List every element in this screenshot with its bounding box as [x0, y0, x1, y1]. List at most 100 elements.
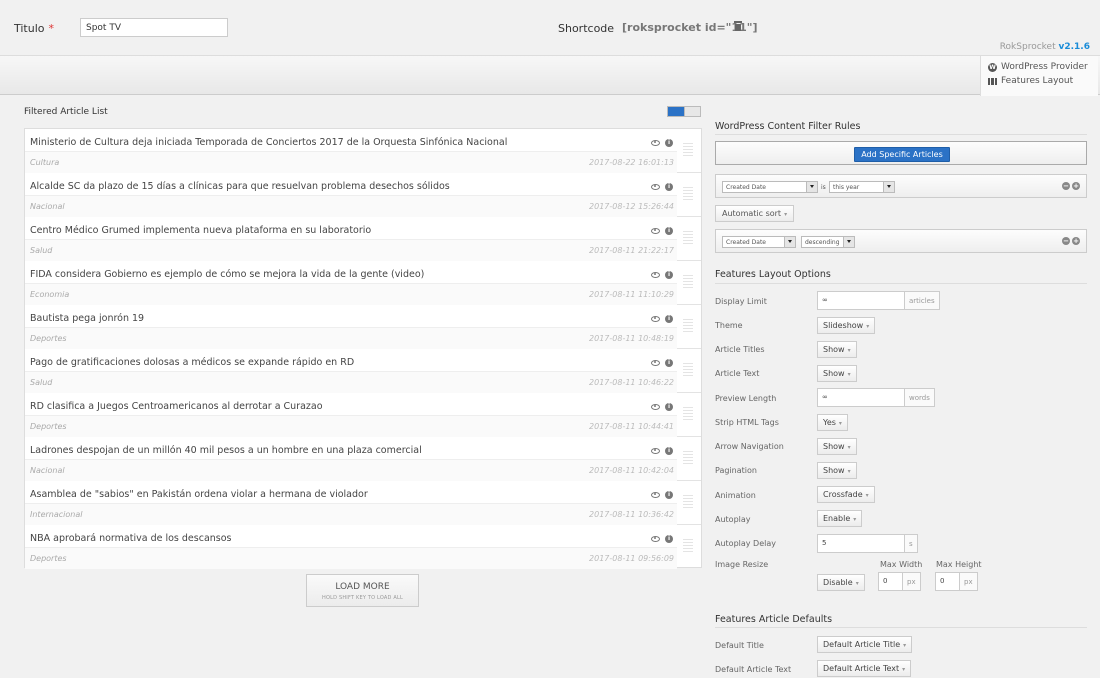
remove-sort-icon[interactable]: −	[1062, 237, 1070, 245]
eye-icon[interactable]	[651, 140, 660, 146]
drag-handle-icon[interactable]	[683, 187, 693, 201]
article-title[interactable]: Pago de gratificaciones dolosas a médico…	[30, 357, 354, 368]
article-title[interactable]: Ladrones despojan de un millón 40 mil pe…	[30, 445, 422, 456]
drag-handle-icon[interactable]	[683, 407, 693, 421]
list-view-icon[interactable]	[668, 107, 684, 116]
caret-down-icon: ▾	[784, 211, 788, 218]
info-icon[interactable]: i	[665, 183, 673, 191]
add-articles-box: Add Specific Articles	[715, 141, 1087, 165]
eye-icon[interactable]	[651, 448, 660, 454]
info-icon[interactable]: i	[665, 403, 673, 411]
info-icon[interactable]: i	[665, 447, 673, 455]
autoplay-dropdown[interactable]: Enable ▾	[817, 510, 863, 527]
eye-icon[interactable]	[651, 228, 660, 234]
info-icon[interactable]: i	[665, 535, 673, 543]
max-height-input[interactable]: 0	[935, 572, 960, 591]
article-row[interactable]: Ladrones despojan de un millón 40 mil pe…	[25, 437, 701, 481]
eye-icon[interactable]	[651, 536, 660, 542]
article-row[interactable]: Asamblea de "sabios" en Pakistán ordena …	[25, 481, 701, 525]
animation-label: Animation	[715, 491, 756, 500]
article-title[interactable]: FIDA considera Gobierno es ejemplo de có…	[30, 269, 424, 280]
eye-icon[interactable]	[651, 184, 660, 190]
info-icon[interactable]: i	[665, 139, 673, 147]
wordpress-icon: W	[988, 62, 997, 72]
caret-down-icon: ▾	[902, 666, 906, 673]
default-text-label: Default Article Text	[715, 665, 792, 674]
drag-handle-icon[interactable]	[683, 495, 693, 509]
autoplay-delay-input[interactable]: 5	[817, 534, 905, 553]
article-title[interactable]: NBA aprobará normativa de los descansos	[30, 533, 232, 544]
info-icon[interactable]: i	[665, 227, 673, 235]
article-titles-dropdown[interactable]: Show ▾	[817, 341, 857, 358]
drag-handle-icon[interactable]	[683, 319, 693, 333]
article-row[interactable]: Pago de gratificaciones dolosas a médico…	[25, 349, 701, 393]
image-resize-dropdown[interactable]: Disable ▾	[817, 574, 865, 591]
article-row[interactable]: RD clasifica a Juegos Centroamericanos a…	[25, 393, 701, 437]
version-label: RokSprocket v2.1.6	[999, 42, 1091, 52]
article-actions: i	[651, 139, 673, 147]
article-row[interactable]: NBA aprobará normativa de los descansos i…	[25, 525, 701, 569]
arrow-navigation-dropdown[interactable]: Show ▾	[817, 438, 857, 455]
article-title[interactable]: Alcalde SC da plazo de 15 días a clínica…	[30, 181, 450, 192]
version-number[interactable]: v2.1.6	[1059, 42, 1091, 52]
strip-html-dropdown[interactable]: Yes ▾	[817, 414, 848, 431]
article-date: 2017-08-22 16:01:13	[589, 158, 674, 167]
add-rule-icon[interactable]: +	[1072, 182, 1080, 190]
load-more-label: LOAD MORE	[335, 582, 390, 592]
article-category: Nacional	[30, 466, 65, 475]
animation-dropdown[interactable]: Crossfade ▾	[817, 486, 875, 503]
layout-item: Features Layout	[988, 75, 1091, 87]
article-text-dropdown[interactable]: Show ▾	[817, 365, 857, 382]
sort-direction-select[interactable]: descending	[801, 236, 855, 248]
article-title[interactable]: Centro Médico Grumed implementa nueva pl…	[30, 225, 371, 236]
drag-handle-icon[interactable]	[683, 363, 693, 377]
layout-options-title: Features Layout Options	[715, 269, 831, 280]
article-title[interactable]: RD clasifica a Juegos Centroamericanos a…	[30, 401, 323, 412]
compact-view-icon[interactable]	[683, 107, 700, 116]
max-width-unit: px	[903, 572, 921, 591]
automatic-sort-button[interactable]: Automatic sort ▾	[715, 205, 795, 222]
article-title[interactable]: Asamblea de "sabios" en Pakistán ordena …	[30, 489, 368, 500]
title-input[interactable]	[80, 18, 228, 37]
preview-length-input[interactable]: ∞	[817, 388, 905, 407]
pagination-dropdown[interactable]: Show ▾	[817, 462, 857, 479]
drag-handle-icon[interactable]	[683, 539, 693, 553]
add-specific-articles-button[interactable]: Add Specific Articles	[854, 147, 950, 162]
info-icon[interactable]: i	[665, 359, 673, 367]
filtered-list-title: Filtered Article List	[24, 107, 108, 117]
rule-field-select[interactable]: Created Date	[722, 181, 818, 193]
sort-field-select[interactable]: Created Date	[722, 236, 796, 248]
info-icon[interactable]: i	[665, 491, 673, 499]
default-text-dropdown[interactable]: Default Article Text ▾	[817, 660, 912, 677]
info-icon[interactable]: i	[665, 315, 673, 323]
remove-rule-icon[interactable]: −	[1062, 182, 1070, 190]
theme-dropdown[interactable]: Slideshow ▾	[817, 317, 876, 334]
eye-icon[interactable]	[651, 360, 660, 366]
article-row[interactable]: Ministerio de Cultura deja iniciada Temp…	[25, 129, 701, 173]
drag-handle-icon[interactable]	[683, 451, 693, 465]
eye-icon[interactable]	[651, 316, 660, 322]
drag-handle-icon[interactable]	[683, 231, 693, 245]
view-toggle[interactable]	[667, 106, 701, 117]
article-row[interactable]: FIDA considera Gobierno es ejemplo de có…	[25, 261, 701, 305]
article-title[interactable]: Bautista pega jonrón 19	[30, 313, 144, 324]
shortcode-label: Shortcode	[558, 22, 615, 35]
article-row[interactable]: Centro Médico Grumed implementa nueva pl…	[25, 217, 701, 261]
eye-icon[interactable]	[651, 272, 660, 278]
drag-handle-icon[interactable]	[683, 275, 693, 289]
default-title-dropdown[interactable]: Default Article Title ▾	[817, 636, 913, 653]
drag-handle-icon[interactable]	[683, 143, 693, 157]
display-limit-input[interactable]: ∞	[817, 291, 905, 310]
load-more-button[interactable]: LOAD MORE HOLD SHIFT KEY TO LOAD ALL	[306, 574, 419, 607]
info-icon[interactable]: i	[665, 271, 673, 279]
article-category: Deportes	[30, 422, 67, 431]
article-title[interactable]: Ministerio de Cultura deja iniciada Temp…	[30, 137, 507, 148]
article-row[interactable]: Alcalde SC da plazo de 15 días a clínica…	[25, 173, 701, 217]
eye-icon[interactable]	[651, 492, 660, 498]
trash-icon[interactable]	[734, 21, 742, 31]
max-width-input[interactable]: 0	[878, 572, 903, 591]
article-row[interactable]: Bautista pega jonrón 19 i Deportes 2017-08-…	[25, 305, 701, 349]
rule-value-select[interactable]: this year	[829, 181, 895, 193]
eye-icon[interactable]	[651, 404, 660, 410]
add-sort-icon[interactable]: +	[1072, 237, 1080, 245]
